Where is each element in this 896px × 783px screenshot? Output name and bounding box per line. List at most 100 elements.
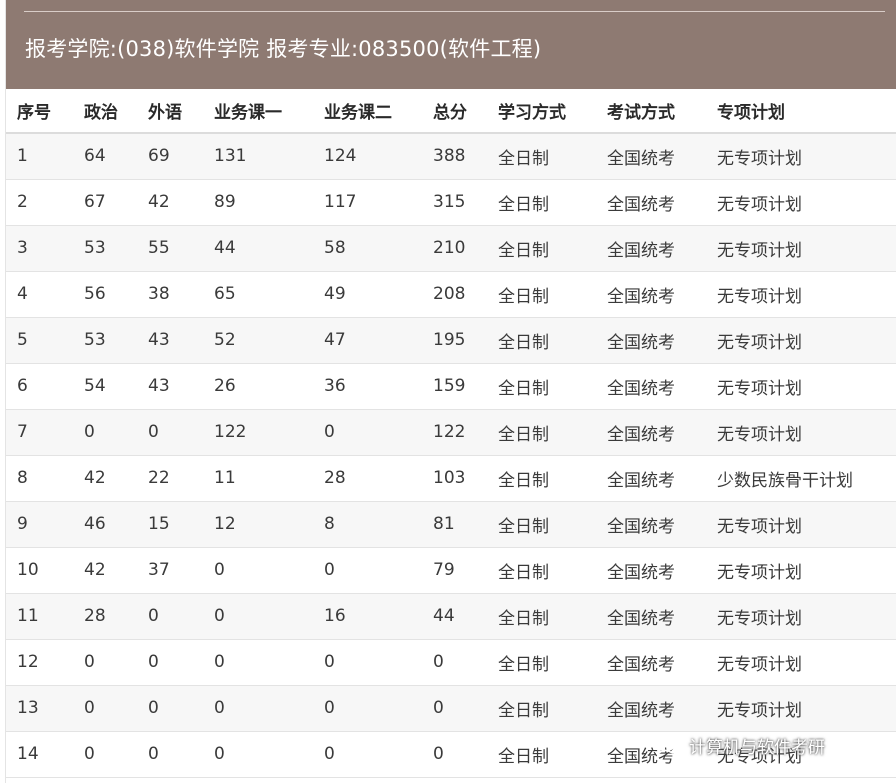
cell-foreign-language: 0 [137,639,203,686]
cell-total: 210 [422,225,487,272]
score-page: 报考学院:(038)软件学院 报考专业:083500(软件工程) 序号 政治 外… [5,0,896,783]
cell-foreign-language: 43 [137,317,203,364]
cell-index: 3 [6,225,73,272]
cell-special-plan: 无专项计划 [706,179,896,226]
cell-total: 0 [422,639,487,686]
cell-exam-mode: 全国统考 [596,179,706,226]
cell-foreign-language: 42 [137,179,203,226]
cell-politics: 54 [73,363,137,410]
table-row: 13 0 0 0 0 0 全日制 全国统考 无专项计划 [6,685,896,732]
table-row: 9 46 15 12 8 81 全日制 全国统考 无专项计划 [6,501,896,548]
cell-study-mode: 全日制 [487,179,596,226]
cell-total: 103 [422,455,487,502]
cell-index: 10 [6,547,73,594]
cell-foreign-language: 37 [137,547,203,594]
cell-politics: 28 [73,593,137,640]
column-header-politics: 政治 [73,89,137,134]
cell-index: 4 [6,271,73,318]
column-header-subject-two: 业务课二 [313,89,422,134]
cell-subject-two: 28 [313,455,422,502]
cell-special-plan: 无专项计划 [706,363,896,410]
cell-subject-one: 0 [203,593,313,640]
cell-special-plan: 少数民族骨干计划 [706,455,896,502]
cell-special-plan: 无专项计划 [706,547,896,594]
cell-subject-one: 11 [203,455,313,502]
cell-politics: 0 [73,639,137,686]
cell-study-mode: 全日制 [487,133,596,180]
cell-total: 44 [422,593,487,640]
cell-index: 5 [6,317,73,364]
cell-exam-mode: 全国统考 [596,271,706,318]
table-row: 1 64 69 131 124 388 全日制 全国统考 无专项计划 [6,133,896,180]
cell-exam-mode: 全国统考 [596,593,706,640]
cell-foreign-language: 0 [137,409,203,456]
table-row: 2 67 42 89 117 315 全日制 全国统考 无专项计划 [6,179,896,226]
cell-index: 14 [6,731,73,778]
cell-subject-two: 0 [313,731,422,778]
cell-total: 79 [422,547,487,594]
cell-study-mode: 全日制 [487,455,596,502]
cell-subject-one: 122 [203,409,313,456]
cell-index: 11 [6,593,73,640]
table-row: 4 56 38 65 49 208 全日制 全国统考 无专项计划 [6,271,896,318]
watermark: 计算机与软件考研 [655,730,825,760]
cell-foreign-language: 15 [137,501,203,548]
cell-subject-one: 0 [203,547,313,594]
cell-subject-one: 26 [203,363,313,410]
cell-subject-one: 52 [203,317,313,364]
column-header-total: 总分 [422,89,487,134]
cell-index: 8 [6,455,73,502]
cell-foreign-language: 0 [137,685,203,732]
cell-politics: 64 [73,133,137,180]
cell-foreign-language: 69 [137,133,203,180]
cell-subject-two: 8 [313,501,422,548]
cell-total: 208 [422,271,487,318]
cell-subject-two: 0 [313,639,422,686]
cell-subject-two: 16 [313,593,422,640]
table-header-row: 序号 政治 外语 业务课一 业务课二 总分 学习方式 考试方式 专项计划 [6,89,896,134]
cell-subject-one: 131 [203,133,313,180]
cell-politics: 53 [73,317,137,364]
cell-exam-mode: 全国统考 [596,363,706,410]
cell-total: 315 [422,179,487,226]
cell-subject-two: 117 [313,179,422,226]
cell-subject-two: 49 [313,271,422,318]
cell-politics: 0 [73,409,137,456]
cell-study-mode: 全日制 [487,639,596,686]
cell-index: 2 [6,179,73,226]
column-header-subject-one: 业务课一 [203,89,313,134]
table-row: 5 53 43 52 47 195 全日制 全国统考 无专项计划 [6,317,896,364]
cell-index: 7 [6,409,73,456]
cell-subject-one: 44 [203,225,313,272]
header-divider [24,11,885,12]
cell-study-mode: 全日制 [487,363,596,410]
cell-foreign-language: 55 [137,225,203,272]
cell-study-mode: 全日制 [487,593,596,640]
cell-special-plan: 无专项计划 [706,133,896,180]
cell-special-plan: 无专项计划 [706,639,896,686]
wechat-icon [656,734,682,755]
cell-subject-one: 12 [203,501,313,548]
cell-foreign-language: 43 [137,363,203,410]
cell-special-plan: 无专项计划 [706,501,896,548]
watermark-text: 计算机与软件考研 [689,737,825,758]
cell-exam-mode: 全国统考 [596,317,706,364]
table-row: 6 54 43 26 36 159 全日制 全国统考 无专项计划 [6,363,896,410]
cell-subject-two: 0 [313,409,422,456]
cell-index: 6 [6,363,73,410]
page-title: 报考学院:(038)软件学院 报考专业:083500(软件工程) [25,37,542,61]
cell-subject-two: 124 [313,133,422,180]
column-header-foreign-language: 外语 [137,89,203,134]
cell-politics: 67 [73,179,137,226]
cell-politics: 42 [73,547,137,594]
cell-special-plan: 无专项计划 [706,225,896,272]
cell-subject-one: 0 [203,731,313,778]
cell-study-mode: 全日制 [487,409,596,456]
cell-subject-one: 89 [203,179,313,226]
cell-exam-mode: 全国统考 [596,225,706,272]
cell-exam-mode: 全国统考 [596,547,706,594]
cell-index: 12 [6,639,73,686]
cell-exam-mode: 全国统考 [596,639,706,686]
cell-subject-two: 36 [313,363,422,410]
cell-study-mode: 全日制 [487,685,596,732]
